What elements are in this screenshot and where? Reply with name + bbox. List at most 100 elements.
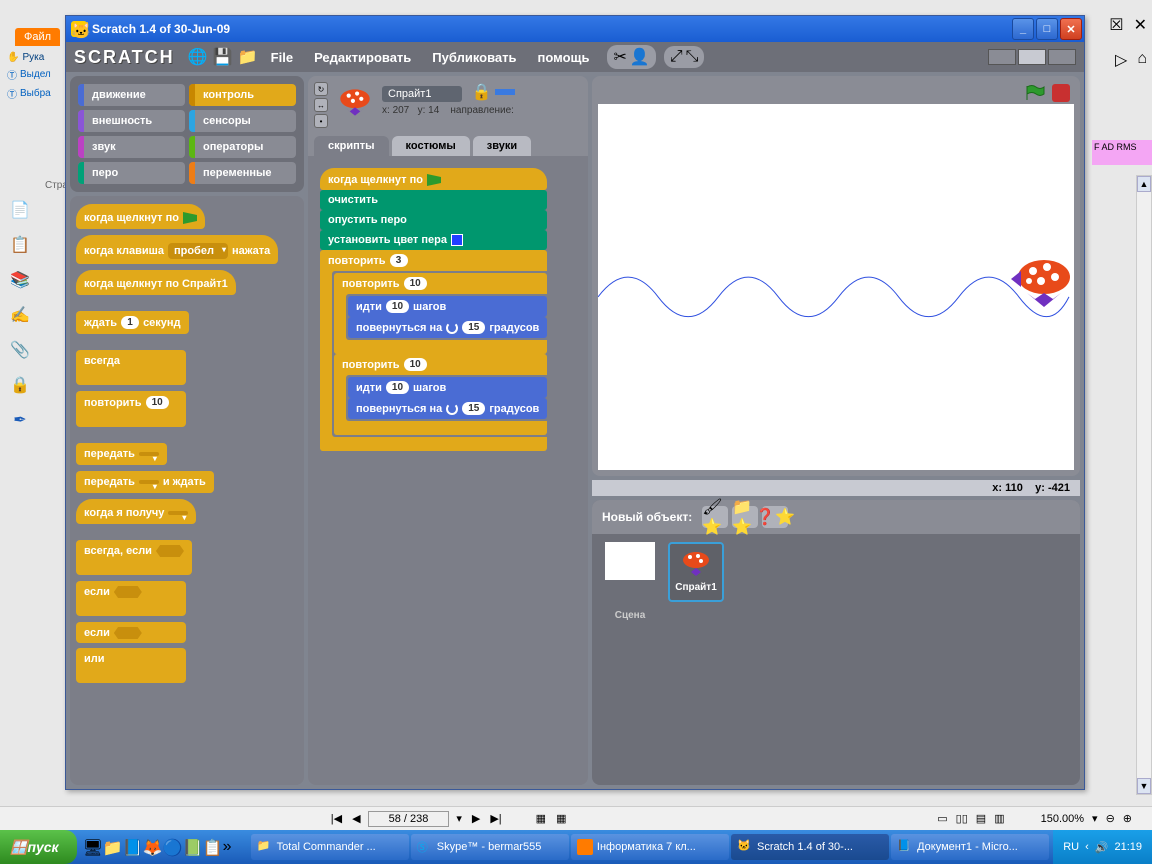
sprite-list-item[interactable]: Спрайт1 <box>668 542 724 602</box>
block-repeat[interactable]: повторить 10 <box>76 391 186 427</box>
bg-tool-choose[interactable]: Ⓣ Выбра <box>5 84 60 103</box>
start-button[interactable]: 🪟 пуск <box>0 830 77 864</box>
zoom-out[interactable]: ⊖ <box>1106 812 1115 825</box>
script-move-2[interactable]: идти 10 шагов <box>348 377 547 398</box>
tray-icon[interactable]: 🔊 <box>1095 841 1109 854</box>
rotate-style-1[interactable]: ↻ <box>314 82 328 96</box>
block-else[interactable]: или <box>76 648 186 683</box>
stage[interactable] <box>598 104 1074 470</box>
stage-small-button[interactable] <box>988 49 1016 65</box>
bg-file-tab[interactable]: Файл <box>15 28 60 46</box>
task-scratch[interactable]: 🐱Scratch 1.4 of 30-... <box>731 834 889 860</box>
cat-control[interactable]: контроль <box>189 84 296 106</box>
bg-icon-clip[interactable]: 📎 <box>10 340 30 360</box>
nav-prev[interactable]: ◀ <box>349 812 363 825</box>
ql-firefox-icon[interactable]: 🦊 <box>143 838 161 856</box>
maximize-button[interactable]: □ <box>1036 18 1058 40</box>
script-area[interactable]: когда щелкнут по очистить опустить перо … <box>308 156 588 785</box>
ql-chrome-icon[interactable]: 🔵 <box>163 838 181 856</box>
zoom-in[interactable]: ⊕ <box>1123 812 1132 825</box>
block-when-sprite[interactable]: когда щелкнут по Спрайт1 <box>76 270 236 295</box>
system-tray[interactable]: RU ‹ 🔊 21:19 <box>1053 830 1152 864</box>
ql-excel-icon[interactable]: 📗 <box>183 838 201 856</box>
tray-lang[interactable]: RU <box>1063 841 1079 853</box>
tray-expand-icon[interactable]: ‹ <box>1085 841 1089 853</box>
stage-medium-button[interactable] <box>1018 49 1046 65</box>
shrink-icon[interactable]: ⤡ <box>686 48 699 66</box>
random-sprite-button[interactable]: ❓⭐ <box>762 506 788 528</box>
tab-sounds[interactable]: звуки <box>473 136 531 156</box>
scroll-down-icon[interactable]: ▼ <box>1137 778 1151 794</box>
script-repeat-outer[interactable]: повторить 3 повторить 10 идти 10 шагов п… <box>320 250 547 451</box>
bg-icon-copy[interactable]: 📋 <box>10 235 30 255</box>
globe-icon[interactable]: 🌐 <box>188 47 208 67</box>
lock-icon[interactable]: 🔒 <box>471 82 491 102</box>
bg-icon-doc[interactable]: 📄 <box>10 200 30 220</box>
bg-icon-sign[interactable]: ✍ <box>10 305 30 325</box>
bg-right-icon1[interactable]: ☒ <box>1109 15 1123 35</box>
layout-icon-3[interactable]: ▤ <box>976 812 986 825</box>
page-indicator[interactable]: 58 / 238 <box>368 811 450 827</box>
block-when-receive[interactable]: когда я получу <box>76 499 196 524</box>
bg-icon-pages[interactable]: 📚 <box>10 270 30 290</box>
titlebar[interactable]: 🐱 Scratch 1.4 of 30-Jun-09 _ □ ✕ <box>66 16 1084 42</box>
bg-icon-pen[interactable]: ✒ <box>10 410 30 430</box>
block-broadcast[interactable]: передать <box>76 443 167 465</box>
block-forever-if[interactable]: всегда, если <box>76 540 192 575</box>
bg-scrollbar[interactable]: ▲ ▼ <box>1136 175 1152 795</box>
menu-edit[interactable]: Редактировать <box>306 50 419 65</box>
close-button[interactable]: ✕ <box>1060 18 1082 40</box>
stage-sprite[interactable] <box>1009 249 1074 319</box>
grow-icon[interactable]: ⤢ <box>670 48 683 66</box>
tab-costumes[interactable]: костюмы <box>392 136 470 156</box>
sprite-name-input[interactable]: Спрайт1 <box>382 86 462 102</box>
color-swatch[interactable] <box>451 234 463 246</box>
script-move-1[interactable]: идти 10 шагов <box>348 296 547 317</box>
bg-tool-select[interactable]: Ⓣ Выдел <box>5 65 60 84</box>
ql-desktop-icon[interactable]: 🖥 <box>83 838 101 856</box>
script-repeat-inner-1[interactable]: повторить 10 идти 10 шагов повернуться н… <box>334 273 547 354</box>
menu-file[interactable]: File <box>263 50 301 65</box>
paint-sprite-button[interactable]: 🖌⭐ <box>702 506 728 528</box>
menu-help[interactable]: помощь <box>530 50 598 65</box>
tray-clock[interactable]: 21:19 <box>1114 841 1142 853</box>
cat-pen[interactable]: перо <box>78 162 185 184</box>
stop-button[interactable] <box>1052 84 1070 102</box>
bg-tool-hand[interactable]: ✋ Рука <box>5 50 60 65</box>
script-turn-ccw[interactable]: повернуться на 15 градусов <box>348 317 547 338</box>
stage-thumbnail[interactable]: Сцена <box>600 542 660 777</box>
rotate-style-3[interactable]: • <box>314 114 328 128</box>
save-icon[interactable]: 💾 <box>213 47 233 67</box>
folder-icon[interactable]: 📁 <box>238 47 258 67</box>
nav-dropdown[interactable]: ▾ <box>453 812 465 825</box>
task-skype[interactable]: ⓈSkype™ - bermar555 <box>411 834 569 860</box>
layout-icon-4[interactable]: ▥ <box>994 812 1004 825</box>
copy-icon[interactable]: ✂ <box>613 47 626 67</box>
cat-operators[interactable]: операторы <box>189 136 296 158</box>
block-if-else[interactable]: если <box>76 622 186 643</box>
nav-last[interactable]: ▶| <box>487 812 504 825</box>
rotate-style-2[interactable]: ↔ <box>314 98 328 112</box>
ql-app-icon[interactable]: 📋 <box>203 838 221 856</box>
nav-next[interactable]: ▶ <box>469 812 483 825</box>
minimize-button[interactable]: _ <box>1012 18 1034 40</box>
layout-icon-1[interactable]: ▭ <box>937 812 947 825</box>
cat-sound[interactable]: звук <box>78 136 185 158</box>
script-turn-cw[interactable]: повернуться на 15 градусов <box>348 398 547 419</box>
script-clear[interactable]: очистить <box>320 190 547 210</box>
task-foxit[interactable]: Інформатика 7 кл... <box>571 834 729 860</box>
cat-looks[interactable]: внешность <box>78 110 185 132</box>
stamp-icon[interactable]: 👤 <box>630 47 650 67</box>
block-broadcast-wait[interactable]: передать и ждать <box>76 471 214 493</box>
block-if[interactable]: если <box>76 581 186 616</box>
task-word[interactable]: 📘Документ1 - Micro... <box>891 834 1049 860</box>
scroll-up-icon[interactable]: ▲ <box>1137 176 1151 192</box>
bg-right-icon2[interactable]: ✕ <box>1134 15 1147 35</box>
bg-right-home[interactable]: ⌂ <box>1137 50 1147 70</box>
block-forever[interactable]: всегда <box>76 350 186 385</box>
script-when-flag[interactable]: когда щелкнут по <box>320 168 547 190</box>
cat-sensing[interactable]: сенсоры <box>189 110 296 132</box>
view-icon-2[interactable]: ▦ <box>553 812 569 825</box>
block-when-flag[interactable]: когда щелкнут по <box>76 204 205 229</box>
ql-tc-icon[interactable]: 📁 <box>103 838 121 856</box>
